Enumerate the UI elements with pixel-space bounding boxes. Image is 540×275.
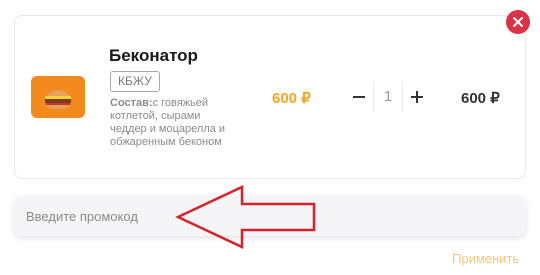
minus-icon [353,96,365,98]
quantity-stepper: 1 [345,82,431,112]
plus-icon [411,91,423,103]
close-icon [513,17,523,27]
total-price: 600 ₽ [461,90,500,107]
quantity-value: 1 [373,82,403,112]
cart-item-card [14,15,526,179]
description-label: Состав: [110,97,153,109]
apply-promo-button[interactable]: Применить [452,251,519,266]
product-image [31,76,85,118]
kbju-button[interactable]: КБЖУ [110,71,160,92]
product-description: Состав:с говяжьей котлетой, сырами чедде… [110,97,235,149]
product-name: Беконатор [109,46,198,65]
unit-price: 600 ₽ [272,90,311,107]
increase-quantity-button[interactable] [403,82,431,112]
burger-image-icon [31,76,85,118]
remove-item-button[interactable] [506,10,530,34]
decrease-quantity-button[interactable] [345,82,373,112]
promo-code-input[interactable] [14,196,526,236]
